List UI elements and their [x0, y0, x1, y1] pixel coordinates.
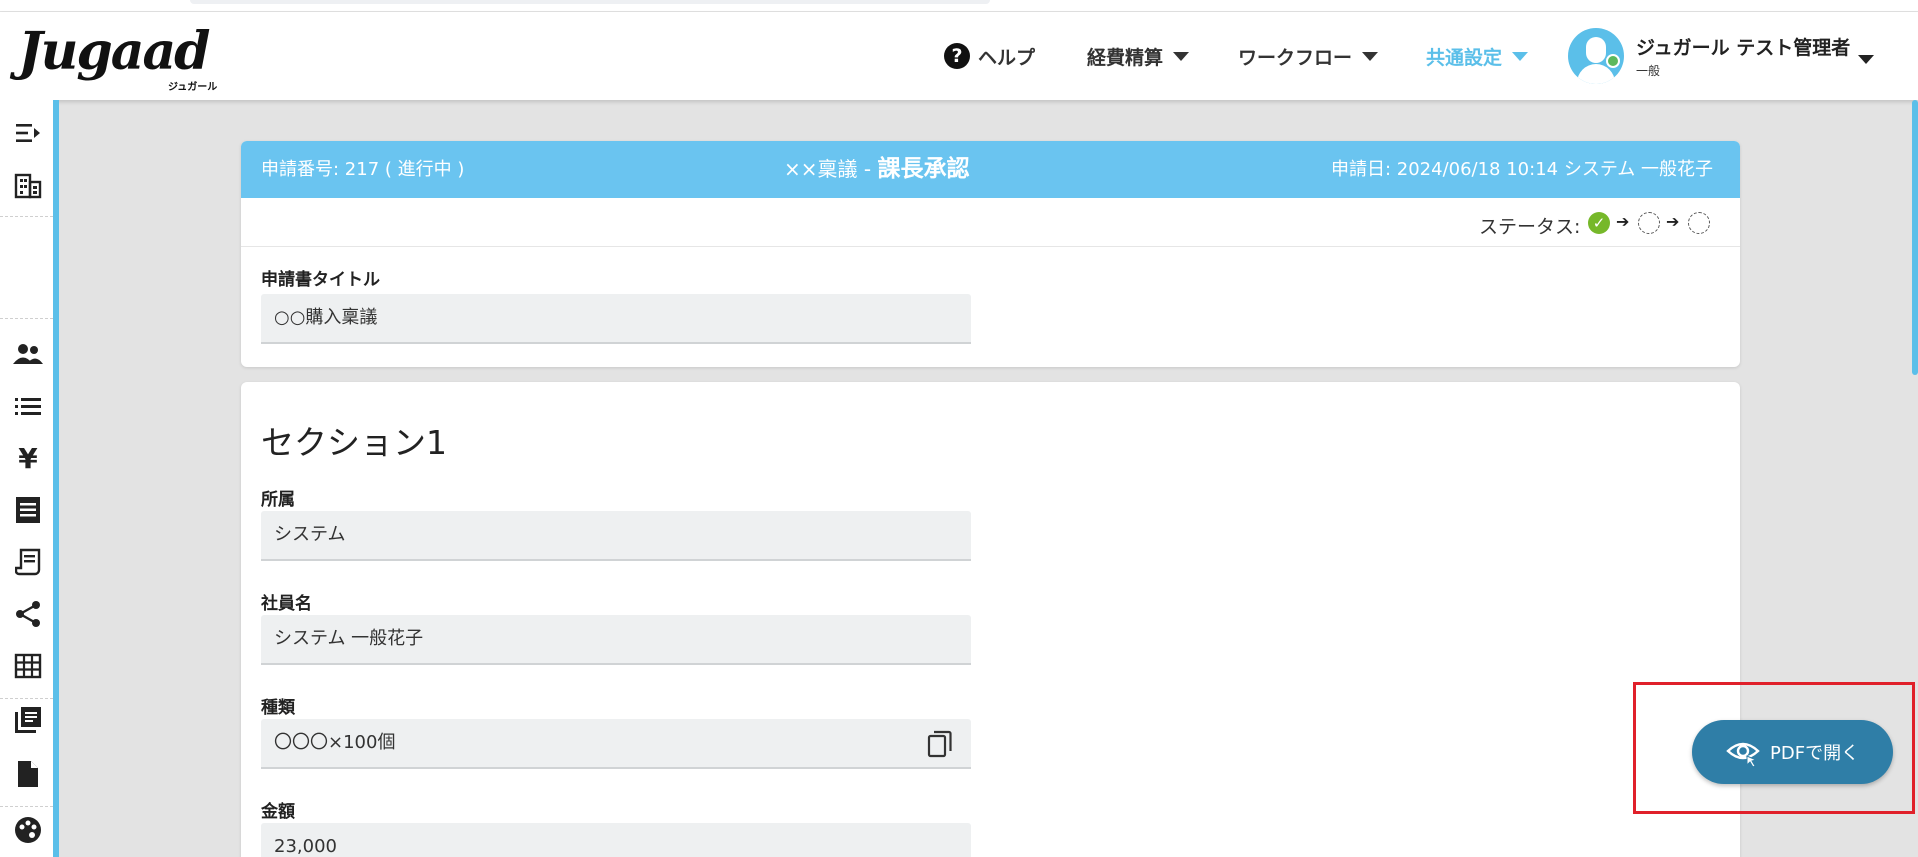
- browser-tab: [190, 0, 990, 4]
- nav-help[interactable]: ? ヘルプ: [944, 12, 1035, 100]
- section-card: セクション1 所属 システム 社員名 システム 一般花子 種類 〇〇〇×100個…: [241, 382, 1740, 857]
- browser-strip: [0, 0, 1918, 12]
- receipt-icon[interactable]: [12, 494, 44, 526]
- logo-text: Jugaad: [18, 21, 211, 82]
- arrow-right-icon: ➔: [1666, 212, 1680, 231]
- field-label-department: 所属: [261, 490, 295, 510]
- nav-expense-label: 経費精算: [1087, 46, 1164, 69]
- building-icon[interactable]: [12, 170, 44, 202]
- eye-icon: [1726, 735, 1760, 769]
- field-label-employee: 社員名: [261, 594, 312, 614]
- collapse-menu-icon[interactable]: [12, 117, 44, 149]
- nav-common-settings[interactable]: 共通設定: [1426, 12, 1529, 100]
- sidebar-divider: [0, 698, 53, 699]
- document-icon[interactable]: [12, 758, 44, 790]
- yen-icon[interactable]: ¥: [12, 442, 44, 475]
- library-icon[interactable]: [12, 704, 44, 736]
- nav-expense[interactable]: 経費精算: [1087, 12, 1190, 100]
- user-name: ジュガール テスト管理者: [1636, 37, 1851, 59]
- list-icon[interactable]: [12, 390, 44, 422]
- chevron-down-icon: [1362, 51, 1379, 61]
- status-label: ステータス:: [1479, 216, 1581, 238]
- users-icon[interactable]: [12, 338, 44, 370]
- field-type-value: 〇〇〇×100個: [274, 732, 396, 753]
- chevron-down-icon: [1173, 51, 1190, 61]
- logo[interactable]: Jugaad ジュガール: [18, 21, 228, 94]
- status-pending-icon: [1638, 212, 1660, 234]
- sidebar-accent-bar: [53, 100, 59, 857]
- copy-icon[interactable]: [927, 729, 953, 758]
- nav-help-label: ヘルプ: [978, 46, 1036, 69]
- application-header-card: 申請番号: 217 ( 進行中 ) ××稟議 - 課長承認 申請日: 2024/…: [241, 141, 1740, 367]
- online-status-dot: [1606, 54, 1620, 68]
- user-menu-chevron-icon[interactable]: [1858, 55, 1874, 64]
- status-done-icon: ✓: [1588, 212, 1610, 234]
- application-title-bar: 申請番号: 217 ( 進行中 ) ××稟議 - 課長承認 申請日: 2024/…: [241, 141, 1740, 198]
- field-department[interactable]: システム: [261, 511, 971, 561]
- nav-workflow-label: ワークフロー: [1238, 46, 1353, 69]
- application-date: 申請日: 2024/06/18 10:14 システム 一般花子: [1330, 159, 1713, 180]
- sidebar: ¥: [0, 100, 55, 857]
- status-pending-icon: [1688, 212, 1710, 234]
- application-step: 課長承認: [877, 156, 970, 182]
- sidebar-divider: [0, 806, 53, 807]
- arrow-right-icon: ➔: [1616, 212, 1630, 231]
- help-icon: ?: [944, 43, 970, 69]
- user-role: 一般: [1636, 64, 1661, 78]
- receipt-long-icon[interactable]: [12, 546, 44, 578]
- field-amount[interactable]: 23,000: [261, 823, 971, 857]
- scrollbar[interactable]: [1912, 100, 1918, 375]
- nav-settings-label: 共通設定: [1426, 46, 1503, 69]
- share-icon[interactable]: [12, 598, 44, 630]
- form-title-label: 申請書タイトル: [261, 270, 380, 290]
- palette-icon[interactable]: [12, 814, 44, 846]
- application-number: 申請番号: 217 ( 進行中 ): [261, 159, 465, 180]
- open-pdf-label: PDFで開く: [1770, 743, 1860, 764]
- open-pdf-button[interactable]: PDFで開く: [1692, 720, 1893, 784]
- status-row: ステータス: ✓ ➔ ➔: [241, 198, 1740, 247]
- nav-workflow[interactable]: ワークフロー: [1238, 12, 1379, 100]
- sidebar-divider: [0, 318, 53, 319]
- application-title-prefix: ××稟議 -: [784, 157, 878, 181]
- field-label-amount: 金額: [261, 802, 295, 822]
- top-header: Jugaad ジュガール ? ヘルプ 経費精算 ワークフロー 共通設定 ジュガー…: [0, 12, 1918, 100]
- field-employee[interactable]: システム 一般花子: [261, 615, 971, 665]
- form-title-field[interactable]: ○○購入稟議: [261, 294, 971, 344]
- sidebar-divider: [0, 216, 53, 217]
- field-label-type: 種類: [261, 698, 295, 718]
- table-icon[interactable]: [12, 650, 44, 682]
- chevron-down-icon: [1512, 51, 1529, 61]
- logo-subtext: ジュガール: [168, 82, 218, 93]
- field-type[interactable]: 〇〇〇×100個: [261, 719, 971, 769]
- section-title: セクション1: [261, 423, 447, 462]
- application-title: ××稟議 - 課長承認: [784, 141, 969, 198]
